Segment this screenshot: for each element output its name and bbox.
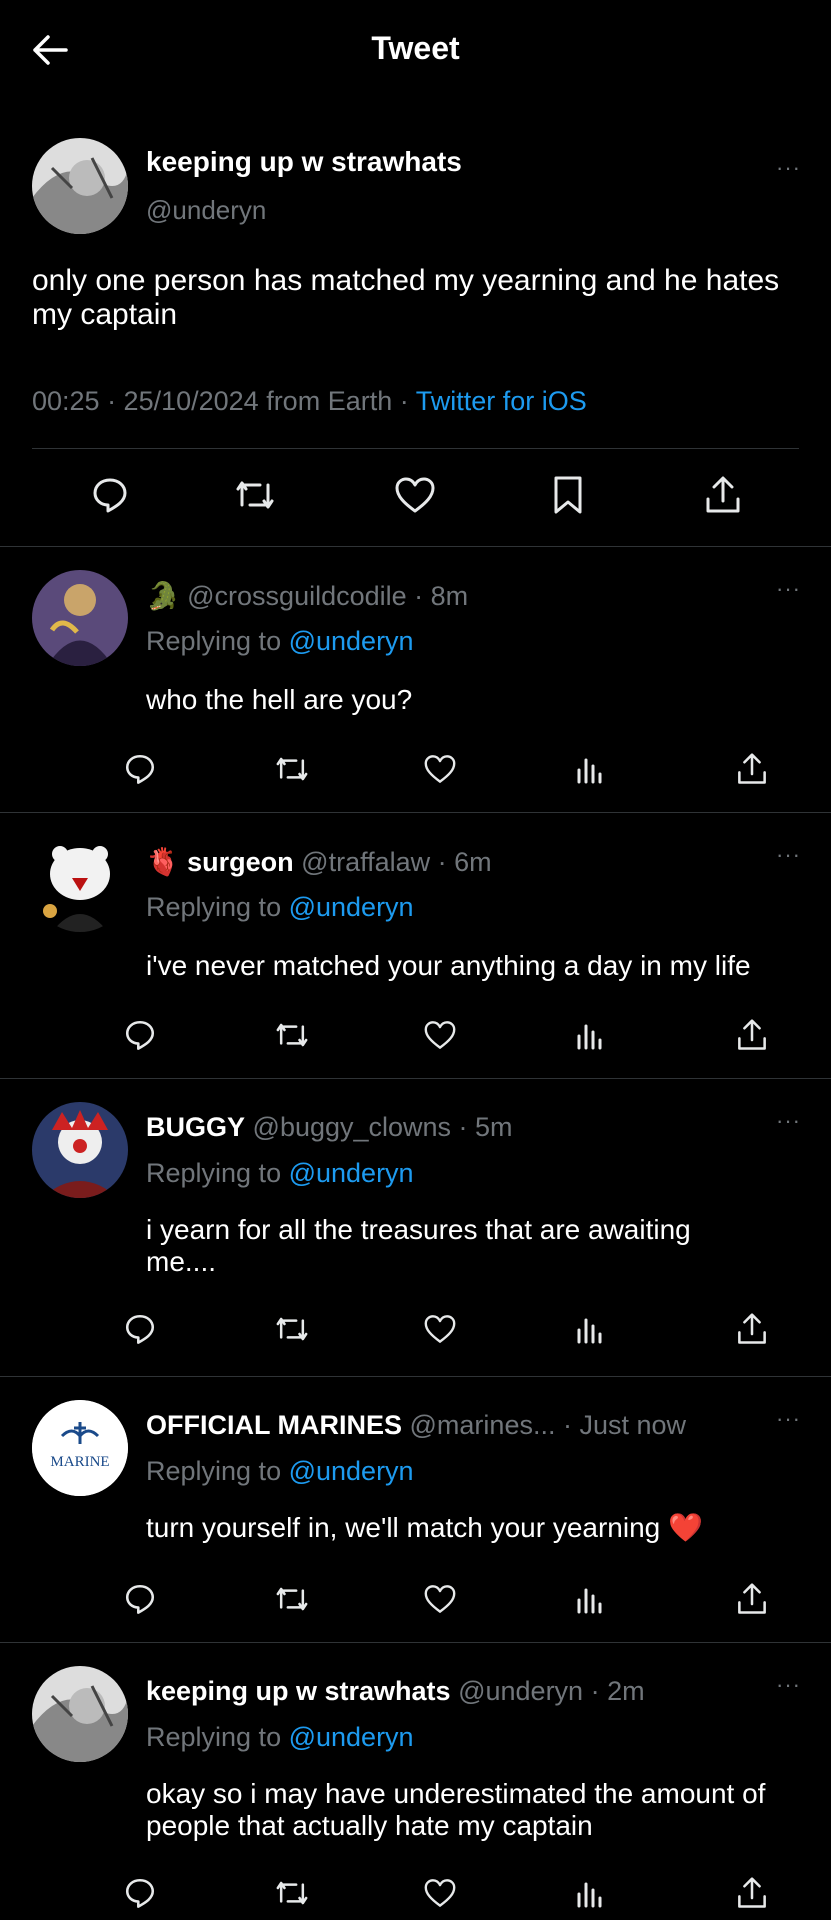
share-icon[interactable] (727, 1010, 777, 1060)
mention-link[interactable]: @underyn (289, 626, 414, 656)
replying-label: Replying to (146, 1456, 289, 1486)
reply-header: OFFICIAL MARINES @marines... · Just now (146, 1410, 686, 1441)
tweet-actions (0, 1868, 831, 1918)
tweet-actions (0, 1574, 831, 1624)
heart-icon[interactable] (415, 1010, 465, 1060)
tweet-meta: 00:25 · 25/10/2024 from Earth · Twitter … (32, 386, 587, 417)
heart-icon[interactable] (390, 470, 440, 520)
share-icon[interactable] (727, 744, 777, 794)
share-icon[interactable] (698, 470, 748, 520)
tweet-actions (0, 744, 831, 794)
views-icon[interactable] (565, 744, 615, 794)
author-handle[interactable]: @crossguildcodile · 8m (187, 581, 468, 611)
avatar[interactable] (32, 1666, 128, 1762)
replying-label: Replying to (146, 1158, 289, 1188)
author-name[interactable]: surgeon (187, 847, 294, 877)
retweet-icon[interactable] (267, 1574, 317, 1624)
retweet-icon[interactable] (267, 1010, 317, 1060)
tweet-text: turn yourself in, we'll match your yearn… (146, 1512, 703, 1543)
divider (32, 448, 799, 449)
tweet-text: i've never matched your anything a day i… (146, 950, 751, 981)
share-icon[interactable] (727, 1304, 777, 1354)
more-options-icon[interactable]: ··· (776, 155, 801, 181)
reply-header: 🫀 surgeon @traffalaw · 6m (146, 846, 492, 878)
views-icon[interactable] (565, 1868, 615, 1918)
retweet-icon[interactable] (267, 744, 317, 794)
tweet-actions (0, 1304, 831, 1354)
reply-header: BUGGY @buggy_clowns · 5m (146, 1112, 513, 1143)
heart-icon[interactable] (415, 744, 465, 794)
reply-header: keeping up w strawhats @underyn · 2m (146, 1676, 645, 1707)
replying-to: Replying to @underyn (146, 1456, 414, 1487)
replying-label: Replying to (146, 892, 289, 922)
author-handle[interactable]: @marines... · Just now (410, 1410, 687, 1440)
name-emoji: 🐊 (146, 581, 180, 611)
tweet-text: okay so i may have underestimated the am… (146, 1778, 766, 1841)
tweet-source-link[interactable]: Twitter for iOS (416, 386, 587, 416)
replying-to: Replying to @underyn (146, 1158, 414, 1189)
reply-icon[interactable] (115, 744, 165, 794)
avatar[interactable] (32, 138, 128, 234)
replying-to: Replying to @underyn (146, 1722, 414, 1753)
reply-tweet[interactable]: MARINE OFFICIAL MARINES @marines... · Ju… (0, 1376, 831, 1642)
mention-link[interactable]: @underyn (289, 1722, 414, 1752)
author-handle[interactable]: @underyn · 2m (458, 1676, 644, 1706)
avatar[interactable] (32, 836, 128, 932)
author-handle[interactable]: @underyn (146, 195, 266, 226)
author-name[interactable]: keeping up w strawhats (146, 1676, 451, 1706)
reply-tweet[interactable]: 🐊 @crossguildcodile · 8m ··· Replying to… (0, 546, 831, 812)
reply-tweet[interactable]: keeping up w strawhats @underyn · 2m ···… (0, 1642, 831, 1920)
reply-icon[interactable] (115, 1574, 165, 1624)
views-icon[interactable] (565, 1304, 615, 1354)
share-icon[interactable] (727, 1574, 777, 1624)
author-name[interactable]: OFFICIAL MARINES (146, 1410, 402, 1440)
retweet-icon[interactable] (230, 470, 280, 520)
replying-label: Replying to (146, 626, 289, 656)
tweet-timestamp: 00:25 · 25/10/2024 from Earth · (32, 386, 416, 416)
author-handle[interactable]: @buggy_clowns · 5m (253, 1112, 513, 1142)
reply-icon[interactable] (115, 1304, 165, 1354)
more-options-icon[interactable]: ··· (776, 842, 801, 868)
bookmark-icon[interactable] (543, 470, 593, 520)
avatar[interactable] (32, 1102, 128, 1198)
heart-icon[interactable] (415, 1868, 465, 1918)
share-icon[interactable] (727, 1868, 777, 1918)
header: Tweet (0, 0, 831, 100)
tweet-actions (0, 470, 831, 530)
avatar[interactable]: MARINE (32, 1400, 128, 1496)
more-options-icon[interactable]: ··· (776, 1108, 801, 1134)
avatar[interactable] (32, 570, 128, 666)
page-title: Tweet (371, 30, 460, 66)
reply-tweet[interactable]: BUGGY @buggy_clowns · 5m ··· Replying to… (0, 1078, 831, 1376)
author-handle[interactable]: @traffalaw · 6m (301, 847, 491, 877)
reply-icon[interactable] (115, 1010, 165, 1060)
mention-link[interactable]: @underyn (289, 892, 414, 922)
retweet-icon[interactable] (267, 1304, 317, 1354)
tweet-text: i yearn for all the treasures that are a… (146, 1214, 691, 1277)
heart-icon[interactable] (415, 1574, 465, 1624)
author-name[interactable]: BUGGY (146, 1112, 245, 1142)
mention-link[interactable]: @underyn (289, 1158, 414, 1188)
mention-link[interactable]: @underyn (289, 1456, 414, 1486)
more-options-icon[interactable]: ··· (776, 1406, 801, 1432)
replying-to: Replying to @underyn (146, 626, 414, 657)
tweet-actions (0, 1010, 831, 1060)
reply-header: 🐊 @crossguildcodile · 8m (146, 580, 468, 612)
replying-to: Replying to @underyn (146, 892, 414, 923)
views-icon[interactable] (565, 1574, 615, 1624)
retweet-icon[interactable] (267, 1868, 317, 1918)
more-options-icon[interactable]: ··· (776, 576, 801, 602)
heart-icon[interactable] (415, 1304, 465, 1354)
tweet-text: who the hell are you? (146, 684, 413, 715)
reply-tweet[interactable]: 🫀 surgeon @traffalaw · 6m ··· Replying t… (0, 812, 831, 1078)
author-name[interactable]: keeping up w strawhats (146, 146, 462, 178)
views-icon[interactable] (565, 1010, 615, 1060)
marine-logo-text: MARINE (50, 1454, 109, 1470)
name-emoji: 🫀 (146, 847, 180, 877)
reply-icon[interactable] (115, 1868, 165, 1918)
replying-label: Replying to (146, 1722, 289, 1752)
reply-icon[interactable] (85, 470, 135, 520)
tweet-text: only one person has matched my yearning … (32, 264, 780, 331)
more-options-icon[interactable]: ··· (776, 1672, 801, 1698)
